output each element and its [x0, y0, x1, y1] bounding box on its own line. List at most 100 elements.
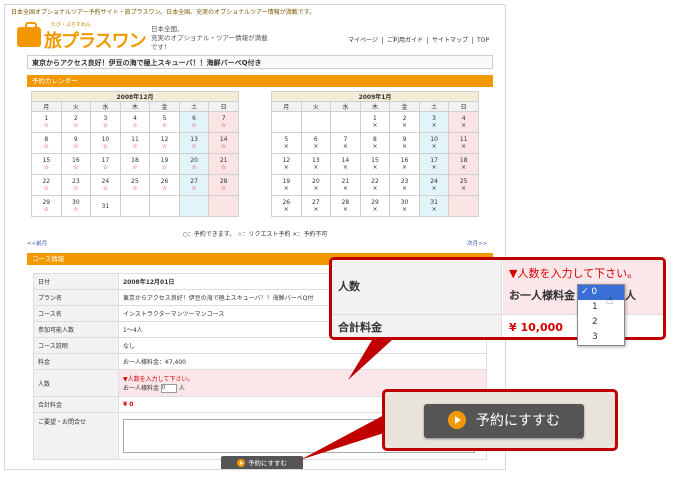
calendar-day[interactable]: 30 ☆ [60, 195, 92, 217]
people-dropdown[interactable]: ✓ 0 1 2 3 [577, 284, 625, 346]
course-info-key: 参加可能人数 [33, 321, 119, 338]
calendar-day[interactable]: 1 ☆ [31, 111, 62, 133]
calendar-day[interactable]: 21 × [330, 174, 361, 196]
availability-mark: × [372, 185, 378, 192]
calendar-day[interactable]: 16 × [389, 153, 420, 175]
calendar-day[interactable]: 5 ☆ [149, 111, 180, 133]
calendar-day[interactable]: 19 × [271, 174, 302, 196]
calendar-day[interactable]: 9 ☆ [60, 132, 92, 154]
calendar-day[interactable]: 11 ☆ [119, 132, 151, 154]
calendar-day[interactable]: 25 × [448, 174, 479, 196]
calendar-day[interactable]: 22 ☆ [31, 174, 62, 196]
course-info-key: 日付 [33, 273, 119, 290]
nav-top[interactable]: TOP [471, 37, 493, 44]
availability-mark: ☆ [43, 164, 49, 171]
calendar-day[interactable]: 6 ☆ [178, 111, 210, 133]
course-info-key: コース名 [33, 305, 119, 322]
calendar-dow: 火 [300, 101, 332, 112]
calendar-day[interactable]: 22 × [359, 174, 391, 196]
calendar-day[interactable]: 15 × [359, 153, 391, 175]
calendar-day[interactable]: 12 × [271, 153, 302, 175]
availability-mark: ☆ [73, 122, 79, 129]
day-number: 27 [190, 178, 198, 185]
calendar-day[interactable]: 8 × [359, 132, 391, 154]
people-select[interactable]: 0 [160, 383, 177, 393]
nav-sitemap[interactable]: サイトマップ [426, 37, 472, 44]
day-number: 8 [44, 136, 49, 143]
calendar-day[interactable]: 14 × [330, 153, 361, 175]
nav-mypage[interactable]: マイページ [344, 37, 382, 44]
calendar-day[interactable]: 15 ☆ [31, 153, 62, 175]
calendar-day[interactable]: 29 × [359, 195, 391, 217]
calendar-day[interactable]: 13 ☆ [178, 132, 210, 154]
prev-month-link[interactable]: <<前月 [27, 239, 47, 247]
calendar-day[interactable]: 19 ☆ [149, 153, 180, 175]
calendar-day[interactable]: 25 ☆ [119, 174, 151, 196]
calendar-day[interactable]: 17 ☆ [90, 153, 121, 175]
calendar-day[interactable]: 26 × [271, 195, 302, 217]
calendar-day[interactable]: 20 × [300, 174, 332, 196]
calendar-day[interactable]: 10 ☆ [90, 132, 121, 154]
dropdown-option[interactable]: ✓ 0 [578, 285, 624, 300]
calendar-day[interactable]: 6 × [300, 132, 332, 154]
calendar-day[interactable]: 27 × [300, 195, 332, 217]
calendar-day [119, 195, 151, 217]
calendar-day[interactable]: 31 [90, 195, 121, 217]
day-number: 21 [341, 178, 350, 185]
dropdown-option[interactable]: 1 [578, 300, 624, 315]
calendar-day[interactable]: 3 ☆ [90, 111, 121, 133]
calendar-caption: 2008年12月 [31, 91, 239, 102]
calendar-day[interactable]: 17 × [418, 153, 450, 175]
calendar-day[interactable]: 9 × [389, 132, 420, 154]
calendar-day[interactable]: 24 × [418, 174, 450, 196]
calendar-day[interactable]: 2 × [389, 111, 420, 133]
calendar-day[interactable]: 21 ☆ [208, 153, 239, 175]
calendar-day[interactable]: 28 ☆ [208, 174, 239, 196]
availability-mark: ☆ [220, 122, 227, 129]
calendar-day[interactable]: 7 ☆ [208, 111, 239, 133]
calendar-day[interactable]: 20 ☆ [178, 153, 210, 175]
calendar-day[interactable]: 18 ☆ [119, 153, 151, 175]
availability-mark: ☆ [132, 143, 138, 150]
dropdown-option[interactable]: 3 [578, 330, 624, 345]
site-logo[interactable]: たび・ぷらすわん 旅プラスワン [17, 19, 151, 53]
calendar-day[interactable]: 11 × [448, 132, 479, 154]
calendar-day[interactable]: 12 ☆ [149, 132, 180, 154]
calendar-day[interactable]: 16 ☆ [60, 153, 92, 175]
logo-text: 旅プラスワン [44, 31, 147, 52]
calendar-day[interactable]: 2 ☆ [60, 111, 92, 133]
calendar-day[interactable]: 7 × [330, 132, 361, 154]
calendar-day[interactable]: 8 ☆ [31, 132, 62, 154]
calendar-day[interactable]: 28 × [330, 195, 361, 217]
day-number: 26 [282, 199, 291, 206]
availability-mark: ☆ [43, 206, 49, 213]
day-number: 25 [131, 178, 139, 185]
calendar-day[interactable]: 1 × [359, 111, 391, 133]
day-number: 22 [371, 178, 379, 185]
nav-guide[interactable]: ご利用ガイド [381, 37, 427, 44]
calendar-day[interactable]: 13 × [300, 153, 332, 175]
calendar-day[interactable]: 4 × [448, 111, 479, 133]
dropdown-option[interactable]: 2 [578, 315, 624, 330]
calendar-day[interactable]: 10 × [418, 132, 450, 154]
calendar-day[interactable]: 5 × [271, 132, 302, 154]
next-month-link[interactable]: 次月>> [467, 239, 487, 247]
reserve-button[interactable]: 予約にすすむ [221, 456, 303, 469]
calendar-day[interactable]: 23 ☆ [60, 174, 92, 196]
calendar-day[interactable]: 29 ☆ [31, 195, 62, 217]
calendar-day[interactable]: 30 × [389, 195, 420, 217]
calendar-day[interactable]: 31 × [418, 195, 450, 217]
calendar-day[interactable]: 14 ☆ [208, 132, 239, 154]
availability-mark: ☆ [161, 122, 168, 129]
calendar-day[interactable]: 26 ☆ [149, 174, 180, 196]
calendar-day[interactable]: 3 × [418, 111, 450, 133]
calendar-day[interactable]: 18 × [448, 153, 479, 175]
availability-mark: × [283, 206, 289, 213]
calendar-day[interactable]: 23 × [389, 174, 420, 196]
calendar-day[interactable]: 24 ☆ [90, 174, 121, 196]
calendar-day[interactable]: 27 ☆ [178, 174, 210, 196]
reserve-button-large[interactable]: 予約にすすむ [424, 404, 584, 438]
calendar-day[interactable]: 4 ☆ [119, 111, 151, 133]
calendar-december: 2008年12月月火水木金土日 1 ☆ 2 ☆ 3 ☆ 4 ☆ 5 ☆ 6 ☆ 7 ☆ 8 ☆ 9 ☆ 10 ☆ 11 ☆ 1… [31, 91, 239, 217]
day-number: 3 [432, 115, 436, 122]
